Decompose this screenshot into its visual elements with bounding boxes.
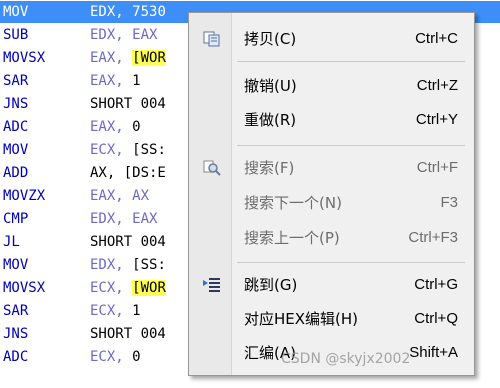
mnemonic: JL — [3, 234, 20, 250]
operand: 7530 — [132, 4, 166, 20]
register-operand: ECX, — [90, 280, 133, 296]
mnemonic: ADD — [3, 165, 29, 181]
register-operand: ECX, — [90, 303, 133, 319]
mnemonic: MOVZX — [3, 188, 46, 204]
menu-item-shortcut: Ctrl+G — [414, 276, 458, 293]
operands: EAX, 0 — [90, 116, 141, 138]
operands: ECX, [SS: — [90, 139, 166, 161]
register-operand: EDX, — [90, 257, 133, 273]
mnemonic: JNS — [3, 96, 29, 112]
mnemonic: MOV — [3, 142, 29, 158]
register-operand: EAX, AX — [90, 188, 150, 204]
menu-item-copy[interactable]: 拷贝(C) Ctrl+C — [189, 24, 474, 54]
menu-item-label: 拷贝(C) — [244, 30, 297, 48]
mnemonic: ADC — [3, 119, 29, 135]
menu-item-shortcut: Ctrl+F3 — [408, 229, 458, 246]
operand: [SS: — [132, 142, 166, 158]
mnemonic: MOVSX — [3, 280, 46, 296]
register-operand: ECX, — [90, 349, 133, 365]
mnemonic: SAR — [3, 303, 29, 319]
watermark: CSDN @skyjx2002 — [281, 351, 411, 367]
copy-icon — [203, 31, 220, 47]
register-operand: EAX, — [90, 73, 133, 89]
menu-item-label: 搜索(F) — [244, 159, 295, 177]
operand: 0 — [132, 349, 141, 365]
menu-item-shortcut: Ctrl+C — [415, 30, 458, 47]
menu-item-undo[interactable]: 撤销(U) Ctrl+Z — [189, 71, 474, 101]
mnemonic: SUB — [3, 27, 29, 43]
mnemonic: SAR — [3, 73, 29, 89]
mnemonic: ADC — [3, 349, 29, 365]
mnemonic: MOV — [3, 4, 29, 20]
operand: 0 — [132, 119, 141, 135]
menu-item-shortcut: Ctrl+Y — [415, 111, 458, 128]
register-operand: EDX, EAX — [90, 211, 158, 227]
menu-item-label: 撤销(U) — [244, 77, 297, 95]
operand: 1 — [132, 73, 141, 89]
register-operand: EDX, EAX — [90, 27, 158, 43]
menu-separator — [237, 262, 465, 263]
operand: AX, [DS:E — [90, 165, 166, 181]
context-menu: 拷贝(C) Ctrl+C 撤销(U) Ctrl+Z 重做(R) Ctrl+Y 搜… — [188, 12, 475, 376]
operands: EDX, 7530 — [90, 1, 166, 23]
operand: SHORT 004 — [90, 326, 166, 342]
operand: SHORT 004 — [90, 96, 166, 112]
menu-separator — [237, 61, 465, 62]
operands: AX, [DS:E — [90, 162, 166, 184]
menu-item-shortcut: Ctrl+Z — [416, 77, 458, 94]
operand: [WOR — [132, 50, 166, 66]
operands: EDX, EAX — [90, 208, 157, 230]
menu-item-shortcut: Shift+A — [409, 344, 458, 361]
menu-item-search-next[interactable]: 搜索下一个(N) F3 — [189, 188, 474, 218]
register-operand: EDX, — [90, 4, 133, 20]
menu-item-label: 重做(R) — [244, 111, 297, 129]
menu-item-label: 搜索上一个(P) — [244, 229, 340, 247]
operand: 1 — [132, 303, 141, 319]
menu-item-label: 跳到(G) — [244, 276, 298, 294]
operands: SHORT 004 — [90, 231, 166, 253]
mnemonic: JNS — [3, 326, 29, 342]
menu-item-shortcut: F3 — [440, 194, 458, 211]
operand: [WOR — [132, 280, 166, 296]
menu-item-label: 搜索下一个(N) — [244, 194, 342, 212]
operands: SHORT 004 — [90, 323, 166, 345]
goto-icon — [203, 278, 220, 292]
operands: EAX, 1 — [90, 70, 141, 92]
operands: ECX, [WOR — [90, 277, 166, 299]
register-operand: EAX, — [90, 119, 133, 135]
mnemonic: MOVSX — [3, 50, 46, 66]
mnemonic: MOV — [3, 257, 29, 273]
search-icon — [203, 160, 221, 176]
operands: SHORT 004 — [90, 93, 166, 115]
menu-item-shortcut: Ctrl+F — [416, 159, 458, 176]
menu-item-search-prev[interactable]: 搜索上一个(P) Ctrl+F3 — [189, 223, 474, 253]
operands: ECX, 0 — [90, 346, 141, 368]
operands: EDX, EAX — [90, 24, 157, 46]
operands: ECX, 1 — [90, 300, 141, 322]
register-operand: ECX, — [90, 142, 133, 158]
operands: EAX, [WOR — [90, 47, 166, 69]
operand: SHORT 004 — [90, 234, 166, 250]
menu-item-goto[interactable]: 跳到(G) Ctrl+G — [189, 270, 474, 300]
operands: EAX, AX — [90, 185, 149, 207]
mnemonic: CMP — [3, 211, 29, 227]
menu-item-search[interactable]: 搜索(F) Ctrl+F — [189, 153, 474, 183]
menu-item-label: 对应HEX编辑(H) — [244, 310, 359, 328]
menu-item-shortcut: Ctrl+Q — [414, 310, 458, 327]
operand: [SS: — [132, 257, 166, 273]
menu-item-hex-edit[interactable]: 对应HEX编辑(H) Ctrl+Q — [189, 304, 474, 334]
operands: EDX, [SS: — [90, 254, 166, 276]
register-operand: EAX, — [90, 50, 133, 66]
menu-separator — [237, 145, 465, 146]
menu-item-redo[interactable]: 重做(R) Ctrl+Y — [189, 105, 474, 135]
